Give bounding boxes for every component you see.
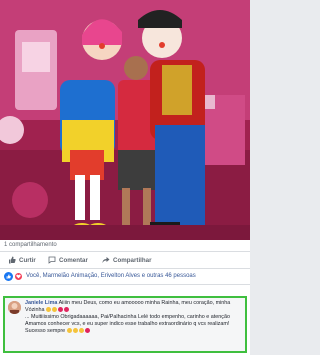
comment-line-3: Amamos conhecer vcs, e eu super indico e… [25, 321, 230, 328]
comment-author[interactable]: Janiele Lima [25, 300, 57, 306]
avatar[interactable] [8, 301, 21, 314]
emoji-icon [72, 328, 78, 334]
heart-icon [63, 307, 69, 313]
party-photo-illustration [0, 0, 250, 240]
heart-icon [14, 271, 23, 281]
share-button[interactable]: Compartilhar [96, 252, 158, 268]
like-button[interactable]: Curtir [2, 252, 42, 268]
action-bar: Curtir Comentar Compartilhar [0, 252, 250, 268]
share-label: Compartilhar [113, 256, 152, 264]
comment-icon [48, 256, 56, 264]
facebook-post-card: 1 compartilhamento Curtir Comentar Compa… [0, 0, 250, 355]
thumbs-up-icon [8, 256, 16, 264]
like-label: Curtir [19, 256, 36, 264]
share-count[interactable]: 1 compartilhamento [4, 240, 57, 250]
share-icon [102, 256, 110, 264]
divider [0, 284, 250, 285]
like-icon [4, 271, 13, 281]
comment-body: Janiele Lima Aiiiin meu Deus, como eu am… [25, 300, 243, 335]
comment-line-4: Sucesso sempre [25, 328, 66, 335]
reactions-summary[interactable]: Você, Marmelão Animação, Erivelton Alves… [4, 270, 196, 282]
reactions-text: Você, Marmelão Animação, Erivelton Alves… [26, 273, 196, 279]
emoji-row [66, 328, 90, 334]
post-photo[interactable] [0, 0, 250, 240]
comment-line-2: ... Muitiiissimo Obrigadaaaaaa, Pai/Palh… [25, 314, 230, 321]
emoji-icon [78, 328, 84, 334]
emoji-icon [51, 307, 57, 313]
emoji-row [45, 307, 69, 313]
emoji-icon [45, 307, 51, 313]
emoji-icon [66, 328, 72, 334]
heart-icon [57, 307, 63, 313]
comment-label: Comentar [59, 256, 88, 264]
highlighted-comment: Janiele Lima Aiiiin meu Deus, como eu am… [3, 296, 247, 353]
heart-icon [84, 328, 90, 334]
comment-button[interactable]: Comentar [42, 252, 94, 268]
divider [0, 268, 250, 269]
